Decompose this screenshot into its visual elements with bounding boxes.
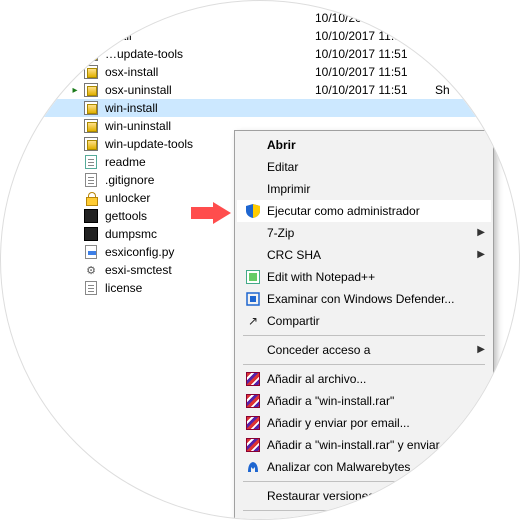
file-date: 10/10/2017 11:51 bbox=[315, 83, 435, 97]
menu-item-rar-add-named[interactable]: Añadir a "win-install.rar" bbox=[237, 390, 491, 412]
exe-icon bbox=[83, 226, 99, 242]
menu-separator bbox=[243, 364, 485, 365]
menu-item-7zip[interactable]: 7-Zip ▶ bbox=[237, 222, 491, 244]
batch-icon bbox=[83, 118, 99, 134]
text-file-icon bbox=[83, 280, 99, 296]
exe-icon bbox=[83, 208, 99, 224]
menu-item-crc-sha[interactable]: CRC SHA ▶ bbox=[237, 244, 491, 266]
annotation-arrow-icon bbox=[191, 202, 231, 224]
gear-icon: ⚙ bbox=[83, 262, 99, 278]
lock-icon bbox=[83, 190, 99, 206]
batch-icon bbox=[83, 46, 99, 62]
menu-item-rar-add[interactable]: Añadir al archivo... bbox=[237, 368, 491, 390]
menu-item-share[interactable]: ↗ Compartir bbox=[237, 310, 491, 332]
batch-icon bbox=[83, 82, 99, 98]
file-row[interactable]: ▸ osx-uninstall 10/10/2017 11:51 Sh bbox=[1, 81, 520, 99]
file-name: …iall bbox=[105, 29, 315, 43]
file-name: win-install bbox=[105, 101, 315, 115]
menu-item-malwarebytes[interactable]: Analizar con Malwarebytes bbox=[237, 456, 491, 478]
menu-item-run-as-admin[interactable]: Ejecutar como administrador bbox=[237, 200, 491, 222]
file-name: … bbox=[105, 11, 315, 25]
file-row[interactable]: …iall 10/10/2017 11:51 bbox=[1, 27, 520, 45]
python-file-icon bbox=[83, 244, 99, 260]
file-name: …update-tools bbox=[105, 47, 315, 61]
batch-icon bbox=[83, 136, 99, 152]
file-date: 10/10/2017 11:51 bbox=[315, 65, 435, 79]
menu-separator bbox=[243, 335, 485, 336]
malwarebytes-icon bbox=[243, 459, 263, 475]
folder-icon bbox=[83, 10, 99, 26]
menu-item-rar-email[interactable]: Añadir y enviar por email... bbox=[237, 412, 491, 434]
menu-item-rar-email-named[interactable]: Añadir a "win-install.rar" y enviar por … bbox=[237, 434, 491, 456]
expand-glyph[interactable]: ▸ bbox=[69, 85, 81, 96]
rar-icon bbox=[243, 415, 263, 431]
menu-item-edit[interactable]: Editar bbox=[237, 156, 491, 178]
menu-item-notepadpp[interactable]: Edit with Notepad++ bbox=[237, 266, 491, 288]
menu-item-send-to[interactable]: Enviar a ▶ bbox=[237, 514, 491, 520]
rar-icon bbox=[243, 371, 263, 387]
file-date: 10/10/2017 11:51 bbox=[315, 47, 435, 61]
menu-separator bbox=[243, 510, 485, 511]
submenu-arrow-icon: ▶ bbox=[477, 249, 485, 260]
text-file-icon bbox=[83, 172, 99, 188]
submenu-arrow-icon: ▶ bbox=[477, 227, 485, 238]
shield-icon bbox=[243, 203, 263, 219]
menu-separator bbox=[243, 481, 485, 482]
defender-icon bbox=[243, 291, 263, 307]
file-row-selected[interactable]: win-install bbox=[1, 99, 520, 117]
rar-icon bbox=[243, 393, 263, 409]
submenu-arrow-icon: ▶ bbox=[477, 344, 485, 355]
rar-icon bbox=[243, 437, 263, 453]
file-row[interactable]: … 10/10/201 bbox=[1, 9, 520, 27]
batch-icon bbox=[83, 64, 99, 80]
menu-item-restore-versions[interactable]: Restaurar versiones anterio bbox=[237, 485, 491, 507]
file-date: 10/10/2017 11:51 bbox=[315, 29, 435, 43]
file-name: osx-install bbox=[105, 65, 315, 79]
menu-item-defender[interactable]: Examinar con Windows Defender... bbox=[237, 288, 491, 310]
menu-item-print[interactable]: Imprimir bbox=[237, 178, 491, 200]
batch-icon bbox=[83, 28, 99, 44]
file-type: Sh bbox=[435, 83, 495, 97]
menu-item-open[interactable]: Abrir bbox=[237, 134, 491, 156]
batch-icon bbox=[83, 100, 99, 116]
context-menu: Abrir Editar Imprimir Ejecutar como admi… bbox=[234, 130, 494, 520]
file-row[interactable]: osx-install 10/10/2017 11:51 bbox=[1, 63, 520, 81]
text-file-icon bbox=[83, 154, 99, 170]
share-icon: ↗ bbox=[243, 313, 263, 329]
file-date: 10/10/201 bbox=[315, 11, 435, 25]
file-row[interactable]: …update-tools 10/10/2017 11:51 bbox=[1, 45, 520, 63]
file-name: osx-uninstall bbox=[105, 83, 315, 97]
notepadpp-icon bbox=[243, 269, 263, 285]
menu-item-grant-access[interactable]: Conceder acceso a ▶ bbox=[237, 339, 491, 361]
